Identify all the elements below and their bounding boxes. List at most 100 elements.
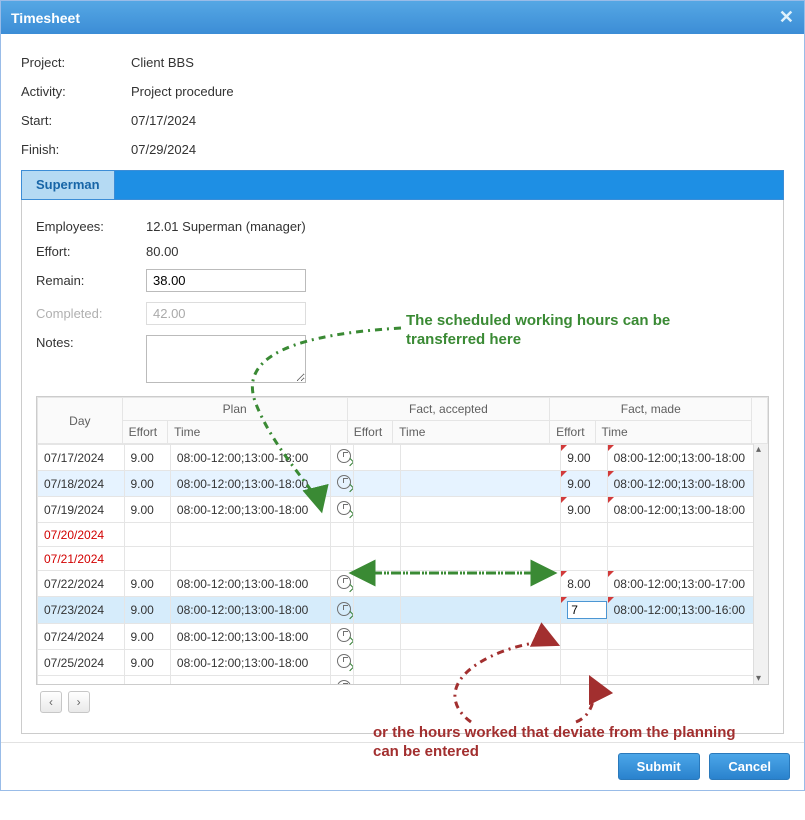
cell-made-effort[interactable]: 9.00 xyxy=(561,471,607,497)
col-acc-time[interactable]: Time xyxy=(393,421,550,444)
cell-acc-effort[interactable] xyxy=(354,523,400,547)
col-made-time[interactable]: Time xyxy=(595,421,752,444)
cell-plan-effort[interactable] xyxy=(124,523,170,547)
cell-transfer[interactable] xyxy=(331,523,354,547)
submit-button[interactable]: Submit xyxy=(618,753,700,780)
cell-plan-time[interactable]: 08:00-12:00;13:00-18:00 xyxy=(170,650,330,676)
cell-plan-time[interactable] xyxy=(170,547,330,571)
col-made-effort[interactable]: Effort xyxy=(550,421,595,444)
cell-made-effort[interactable] xyxy=(561,650,607,676)
cancel-button[interactable]: Cancel xyxy=(709,753,790,780)
cell-acc-effort[interactable] xyxy=(354,497,400,523)
col-acc-effort[interactable]: Effort xyxy=(347,421,392,444)
cell-transfer[interactable] xyxy=(331,650,354,676)
cell-plan-effort[interactable]: 9.00 xyxy=(124,571,170,597)
cell-plan-time[interactable]: 08:00-12:00;13:00-18:00 xyxy=(170,445,330,471)
remain-input[interactable] xyxy=(146,269,306,292)
cell-plan-effort[interactable]: 9.00 xyxy=(124,624,170,650)
cell-acc-effort[interactable] xyxy=(354,650,400,676)
col-fact-accepted[interactable]: Fact, accepted xyxy=(347,398,549,421)
table-row[interactable]: 07/19/20249.0008:00-12:00;13:00-18:009.0… xyxy=(38,497,768,523)
cell-acc-effort[interactable] xyxy=(354,471,400,497)
cell-acc-time[interactable] xyxy=(400,445,560,471)
cell-plan-time[interactable]: 08:00-12:00;13:00-18:00 xyxy=(170,676,330,685)
cell-acc-time[interactable] xyxy=(400,624,560,650)
cell-plan-effort[interactable]: 9.00 xyxy=(124,676,170,685)
table-row[interactable]: 07/23/20249.0008:00-12:00;13:00-18:0008:… xyxy=(38,597,768,624)
cell-acc-effort[interactable] xyxy=(354,624,400,650)
cell-made-time[interactable]: 08:00-12:00;13:00-18:00 xyxy=(607,471,767,497)
cell-acc-time[interactable] xyxy=(400,497,560,523)
cell-made-time[interactable] xyxy=(607,676,767,685)
transfer-hours-icon[interactable] xyxy=(337,501,351,515)
col-plan-effort[interactable]: Effort xyxy=(122,421,167,444)
cell-plan-time[interactable]: 08:00-12:00;13:00-18:00 xyxy=(170,571,330,597)
cell-made-effort[interactable] xyxy=(561,597,607,624)
cell-transfer[interactable] xyxy=(331,624,354,650)
col-plan[interactable]: Plan xyxy=(122,398,347,421)
cell-acc-time[interactable] xyxy=(400,597,560,624)
cell-acc-time[interactable] xyxy=(400,523,560,547)
cell-day[interactable]: 07/24/2024 xyxy=(38,624,125,650)
cell-acc-time[interactable] xyxy=(400,471,560,497)
cell-plan-effort[interactable]: 9.00 xyxy=(124,445,170,471)
cell-made-effort[interactable] xyxy=(561,547,607,571)
cell-transfer[interactable] xyxy=(331,676,354,685)
cell-plan-effort[interactable]: 9.00 xyxy=(124,497,170,523)
cell-made-time[interactable] xyxy=(607,523,767,547)
cell-acc-time[interactable] xyxy=(400,676,560,685)
cell-transfer[interactable] xyxy=(331,445,354,471)
table-row[interactable]: 07/22/20249.0008:00-12:00;13:00-18:008.0… xyxy=(38,571,768,597)
cell-transfer[interactable] xyxy=(331,547,354,571)
tab-superman[interactable]: Superman xyxy=(22,171,115,199)
cell-made-time[interactable]: 08:00-12:00;13:00-18:00 xyxy=(607,445,767,471)
table-row[interactable]: 07/18/20249.0008:00-12:00;13:00-18:009.0… xyxy=(38,471,768,497)
cell-day[interactable]: 07/18/2024 xyxy=(38,471,125,497)
cell-made-effort[interactable] xyxy=(561,523,607,547)
col-day[interactable]: Day xyxy=(38,398,123,444)
table-row[interactable]: 07/21/2024 xyxy=(38,547,768,571)
cell-plan-time[interactable]: 08:00-12:00;13:00-18:00 xyxy=(170,624,330,650)
cell-made-effort[interactable]: 9.00 xyxy=(561,445,607,471)
transfer-hours-icon[interactable] xyxy=(337,475,351,489)
cell-plan-time[interactable]: 08:00-12:00;13:00-18:00 xyxy=(170,597,330,624)
cell-day[interactable]: 07/26/2024 xyxy=(38,676,125,685)
table-row[interactable]: 07/20/2024 xyxy=(38,523,768,547)
transfer-hours-icon[interactable] xyxy=(337,449,351,463)
cell-acc-effort[interactable] xyxy=(354,597,400,624)
cell-acc-time[interactable] xyxy=(400,547,560,571)
cell-day[interactable]: 07/17/2024 xyxy=(38,445,125,471)
cell-made-effort[interactable]: 9.00 xyxy=(561,497,607,523)
cell-plan-effort[interactable]: 9.00 xyxy=(124,471,170,497)
cell-acc-time[interactable] xyxy=(400,650,560,676)
cell-day[interactable]: 07/19/2024 xyxy=(38,497,125,523)
cell-made-time[interactable]: 08:00-12:00;13:00-18:00 xyxy=(607,497,767,523)
cell-made-effort[interactable]: 8.00 xyxy=(561,571,607,597)
cell-transfer[interactable] xyxy=(331,597,354,624)
col-fact-made[interactable]: Fact, made xyxy=(550,398,752,421)
transfer-hours-icon[interactable] xyxy=(337,654,351,668)
pager-next[interactable]: › xyxy=(68,691,90,713)
cell-acc-effort[interactable] xyxy=(354,547,400,571)
cell-transfer[interactable] xyxy=(331,471,354,497)
cell-transfer[interactable] xyxy=(331,571,354,597)
cell-day[interactable]: 07/25/2024 xyxy=(38,650,125,676)
cell-plan-time[interactable] xyxy=(170,523,330,547)
cell-day[interactable]: 07/23/2024 xyxy=(38,597,125,624)
cell-made-time[interactable]: 08:00-12:00;13:00-17:00 xyxy=(607,571,767,597)
cell-acc-effort[interactable] xyxy=(354,445,400,471)
cell-made-time[interactable] xyxy=(607,650,767,676)
transfer-hours-icon[interactable] xyxy=(337,602,351,616)
cell-transfer[interactable] xyxy=(331,497,354,523)
close-icon[interactable]: ✕ xyxy=(779,7,794,28)
made-effort-input[interactable] xyxy=(567,601,607,619)
cell-acc-time[interactable] xyxy=(400,571,560,597)
notes-input[interactable] xyxy=(146,335,306,383)
cell-day[interactable]: 07/21/2024 xyxy=(38,547,125,571)
grid-scrollbar[interactable] xyxy=(753,444,768,684)
cell-made-effort[interactable] xyxy=(561,624,607,650)
table-row[interactable]: 07/25/20249.0008:00-12:00;13:00-18:00 xyxy=(38,650,768,676)
cell-plan-time[interactable]: 08:00-12:00;13:00-18:00 xyxy=(170,497,330,523)
col-plan-time[interactable]: Time xyxy=(168,421,348,444)
pager-prev[interactable]: ‹ xyxy=(40,691,62,713)
